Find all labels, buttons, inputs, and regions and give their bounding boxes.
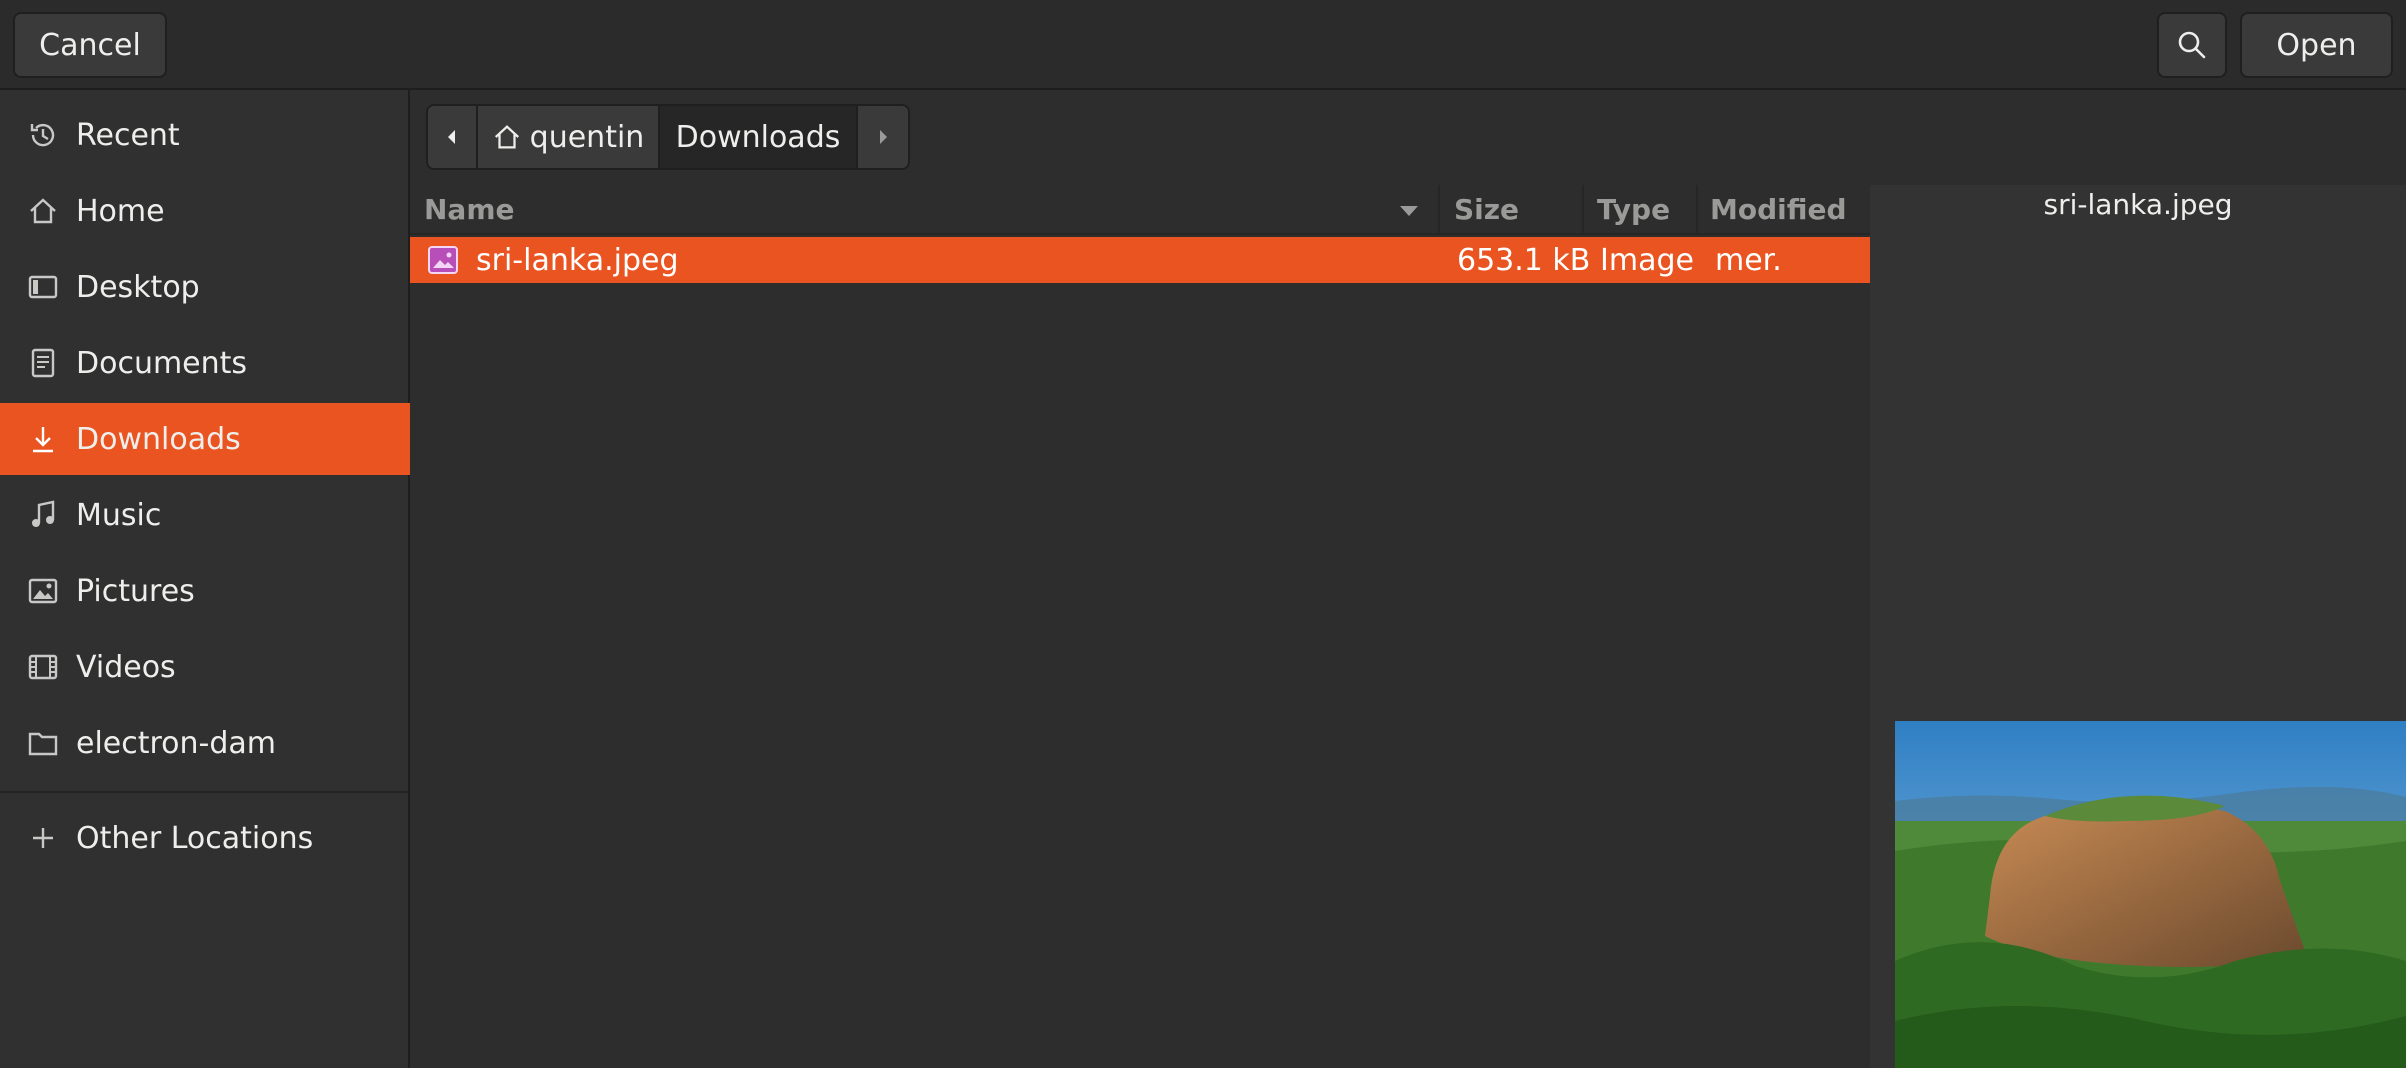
chevron-left-icon (448, 130, 455, 144)
column-label: Name (424, 192, 515, 226)
video-icon (26, 650, 60, 684)
desktop-icon (26, 270, 60, 304)
sidebar-item-label: Home (76, 193, 165, 229)
path-bar: quentin Downloads (426, 104, 910, 170)
sidebar-separator (0, 791, 408, 793)
file-name: sri-lanka.jpeg (476, 242, 679, 278)
path-back-button[interactable] (428, 106, 478, 168)
column-label: Size (1454, 192, 1520, 226)
sort-down-icon (1400, 206, 1418, 216)
sidebar-item-desktop[interactable]: Desktop (0, 251, 410, 323)
places-sidebar: Recent Home Desktop Documents Downloads … (0, 90, 410, 1068)
home-icon (494, 125, 519, 149)
sidebar-item-label: Desktop (76, 269, 200, 305)
sidebar-item-label: Music (76, 497, 162, 533)
path-segment-label: Downloads (675, 119, 841, 155)
sidebar-item-label: Other Locations (76, 820, 314, 856)
home-icon (26, 194, 60, 228)
document-icon (26, 346, 60, 380)
sidebar-item-label: Downloads (76, 421, 241, 457)
download-icon (26, 422, 60, 456)
path-segment-downloads[interactable]: Downloads (660, 106, 858, 168)
sidebar-item-pictures[interactable]: Pictures (0, 555, 410, 627)
file-list: Name Size Type Modified sri-lanka.jpeg 6… (410, 185, 1870, 1068)
sidebar-item-videos[interactable]: Videos (0, 631, 410, 703)
folder-icon (26, 726, 60, 760)
file-size: 653.1 kB (1457, 242, 1591, 278)
file-modified: mer. (1715, 242, 1782, 278)
column-header-modified[interactable]: Modified (1698, 185, 1870, 235)
file-type: Image (1600, 242, 1694, 278)
search-button[interactable] (2157, 12, 2227, 78)
sidebar-item-electron-dam[interactable]: electron-dam (0, 707, 410, 779)
path-forward-button[interactable] (858, 106, 908, 168)
sidebar-item-recent[interactable]: Recent (0, 99, 410, 171)
sidebar-item-label: Documents (76, 345, 248, 381)
sidebar-item-label: Videos (76, 649, 176, 685)
sidebar-item-home[interactable]: Home (0, 175, 410, 247)
open-button[interactable]: Open (2240, 12, 2393, 78)
sidebar-item-documents[interactable]: Documents (0, 327, 410, 399)
search-icon (2178, 31, 2206, 59)
clock-icon (26, 118, 60, 152)
sidebar-item-label: Recent (76, 117, 180, 153)
preview-pane: sri-lanka.jpeg (1870, 185, 2406, 1068)
picture-icon (26, 574, 60, 608)
path-segment-home[interactable]: quentin (478, 106, 660, 168)
column-label: Modified (1710, 192, 1847, 226)
sidebar-item-other-locations[interactable]: Other Locations (0, 802, 410, 874)
table-row[interactable]: sri-lanka.jpeg 653.1 kB Image mer. (410, 237, 1870, 283)
chevron-right-icon (880, 130, 887, 144)
preview-filename: sri-lanka.jpeg (2043, 188, 2233, 221)
column-label: Type (1597, 192, 1671, 226)
music-icon (26, 498, 60, 532)
column-header-size[interactable]: Size (1440, 185, 1584, 235)
preview-thumbnail (1895, 721, 2406, 1068)
column-header-name[interactable]: Name (410, 185, 1440, 235)
cancel-button[interactable]: Cancel (13, 12, 167, 78)
column-header-type[interactable]: Type (1584, 185, 1698, 235)
plus-icon (26, 821, 60, 855)
image-file-icon (428, 237, 458, 283)
sidebar-item-downloads[interactable]: Downloads (0, 403, 410, 475)
sidebar-item-label: Pictures (76, 573, 195, 609)
sidebar-item-label: electron-dam (76, 725, 277, 761)
path-segment-label: quentin (529, 119, 645, 155)
sidebar-item-music[interactable]: Music (0, 479, 410, 551)
header-bar: Cancel Open (0, 0, 2406, 90)
